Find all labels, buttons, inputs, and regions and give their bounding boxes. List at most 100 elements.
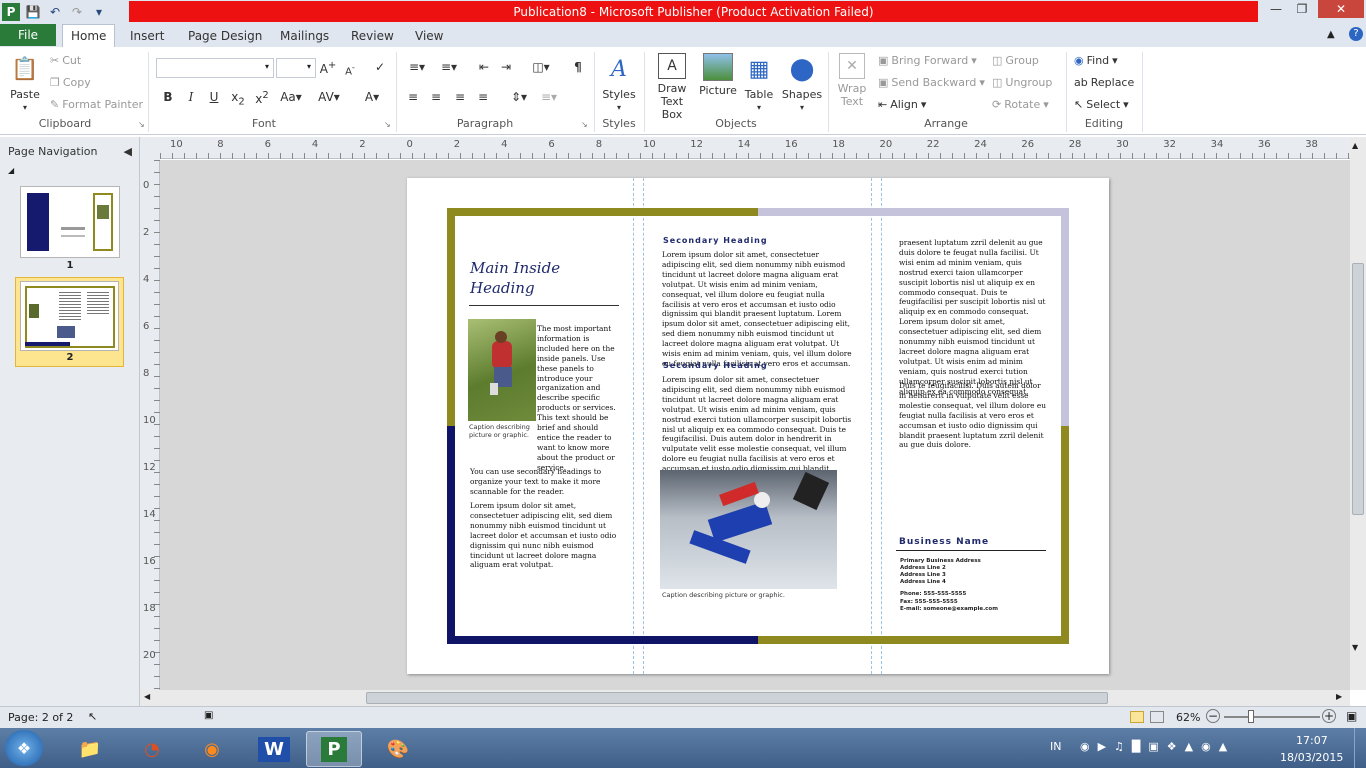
draw-text-box-button[interactable]: A Draw Text Box [648, 53, 696, 121]
skaters-photo[interactable] [660, 470, 837, 589]
subscript-icon[interactable]: x2 [228, 90, 248, 107]
mid-text-1[interactable]: Lorem ipsum dolor sit amet, consectetuer… [662, 250, 854, 369]
minimize-button[interactable]: — [1263, 0, 1289, 18]
zoom-out-icon[interactable]: − [1206, 709, 1220, 723]
shapes-button[interactable]: ⬤ Shapes ▾ [782, 53, 822, 114]
wrap-text-button[interactable]: ✕ Wrap Text [834, 53, 870, 108]
horizontal-ruler[interactable]: 10 8 6 4 2 0 2 4 6 8 10 12 14 16 18 20 22 24 26 28 30 32 34 36 3… [160, 137, 1350, 159]
tab-view[interactable]: View [407, 24, 451, 47]
zoom-level[interactable]: 62% [1176, 711, 1200, 724]
select-button[interactable]: ↖ Select ▾ [1074, 98, 1129, 111]
table-button[interactable]: ▦ Table ▾ [742, 53, 776, 114]
paste-button[interactable]: 📋 Paste ▾ [6, 53, 44, 114]
clock-date[interactable]: 18/03/2015 [1280, 751, 1343, 764]
para-secondary[interactable]: You can use secondary headings to organi… [470, 467, 618, 497]
font-name-combo[interactable]: ▾ [156, 58, 274, 78]
line-spacing-icon[interactable]: ⇕▾ [506, 90, 532, 104]
secondary-heading-1[interactable]: Secondary Heading [663, 236, 768, 245]
bring-forward-button[interactable]: ▣ Bring Forward ▾ [878, 54, 977, 67]
collapse-pane-icon[interactable]: ◀ [124, 145, 132, 158]
justify-icon[interactable]: ≡ [473, 90, 493, 104]
redo-icon[interactable]: ↷ [68, 3, 86, 21]
mid-text-2[interactable]: Lorem ipsum dolor sit amet, consectetuer… [662, 375, 854, 474]
picture-button[interactable]: Picture [698, 53, 738, 97]
ungroup-button[interactable]: ◫ Ungroup [992, 76, 1052, 89]
close-button[interactable]: ✕ [1318, 0, 1364, 18]
firefox-taskbar-icon[interactable]: ◉ [184, 731, 240, 767]
boy-running-photo[interactable] [468, 319, 536, 421]
help-icon[interactable]: ? [1349, 27, 1363, 41]
start-button[interactable]: ❖ [5, 730, 43, 766]
restore-button[interactable]: ❐ [1289, 0, 1315, 18]
explorer-taskbar-icon[interactable]: 📁 [62, 731, 118, 767]
zoom-slider[interactable] [1224, 710, 1320, 723]
vertical-scroll-thumb[interactable] [1352, 263, 1364, 515]
paint-taskbar-icon[interactable]: 🎨 [370, 731, 426, 767]
shrink-font-icon[interactable]: A- [340, 62, 360, 77]
zoom-slider-thumb[interactable] [1248, 710, 1254, 723]
page-thumbnail-2[interactable]: 2 [15, 277, 124, 367]
scroll-down-icon[interactable]: ▼ [1352, 643, 1358, 652]
format-painter-button[interactable]: ✎ Format Painter [50, 98, 143, 111]
rotate-button[interactable]: ⟳ Rotate ▾ [992, 98, 1049, 111]
send-backward-button[interactable]: ▣ Send Backward ▾ [878, 76, 985, 89]
styles-button[interactable]: A Styles ▾ [600, 53, 638, 114]
scroll-left-icon[interactable]: ◀ [144, 692, 150, 701]
columns-icon[interactable]: ◫▾ [528, 60, 554, 74]
ribbon-collapse-icon[interactable]: ▲ [1327, 29, 1335, 40]
caption-middle[interactable]: Caption describing picture or graphic. [662, 591, 842, 599]
app-taskbar-icon[interactable]: ◔ [124, 731, 180, 767]
superscript-icon[interactable]: x2 [252, 90, 272, 106]
vertical-ruler[interactable]: 0 2 4 6 8 10 12 14 16 18 20 [140, 160, 160, 690]
horizontal-scrollbar[interactable]: ◀ ▶ [140, 690, 1350, 706]
publication-page[interactable]: Main Inside Heading Caption describing p… [407, 178, 1109, 674]
word-taskbar-icon[interactable]: W [246, 731, 302, 767]
right-text-1[interactable]: praesent luptatum zzril delenit au gue d… [899, 238, 1047, 397]
page-thumbnail-1[interactable]: 1 [16, 184, 124, 274]
pilcrow-icon[interactable]: ¶ [568, 60, 588, 74]
numbering-icon[interactable]: ≡▾ [436, 60, 462, 74]
save-icon[interactable]: 💾 [24, 3, 42, 21]
customize-qat-icon[interactable]: ▾ [90, 3, 108, 21]
tab-insert[interactable]: Insert [122, 24, 172, 47]
show-desktop-button[interactable] [1354, 728, 1366, 768]
scroll-right-icon[interactable]: ▶ [1336, 692, 1342, 701]
horizontal-scroll-thumb[interactable] [366, 692, 1108, 704]
language-indicator[interactable]: IN [1050, 740, 1061, 753]
align-right-icon[interactable]: ≡ [450, 90, 470, 104]
bold-icon[interactable]: B [158, 90, 178, 104]
undo-icon[interactable]: ↶ [46, 3, 64, 21]
paragraph-launcher-icon[interactable]: ↘ [581, 120, 588, 129]
clear-format-icon[interactable]: ✓ [370, 60, 390, 74]
secondary-heading-2[interactable]: Secondary Heading [663, 361, 768, 370]
main-heading[interactable]: Main Inside Heading [470, 258, 620, 298]
font-size-combo[interactable]: ▾ [276, 58, 316, 78]
publisher-app-icon[interactable]: P [2, 2, 20, 21]
tab-page-design[interactable]: Page Design [180, 24, 270, 47]
font-color-icon[interactable]: A▾ [360, 90, 384, 104]
intro-text[interactable]: The most important information is includ… [537, 324, 617, 473]
find-button[interactable]: ◉ Find ▾ [1074, 54, 1118, 67]
increase-indent-icon[interactable]: ⇥ [496, 60, 516, 74]
underline-icon[interactable]: U [204, 90, 224, 104]
align-button[interactable]: ⇤ Align ▾ [878, 98, 926, 111]
paragraph-spacing-icon[interactable]: ≡▾ [536, 90, 562, 104]
group-button[interactable]: ◫ Group [992, 54, 1039, 67]
caption-left[interactable]: Caption describing picture or graphic. [469, 423, 539, 439]
grow-font-icon[interactable]: A+ [318, 60, 338, 76]
change-case-icon[interactable]: Aa▾ [278, 90, 304, 104]
publisher-taskbar-icon[interactable]: P [306, 731, 362, 767]
page-indicator[interactable]: Page: 2 of 2 [8, 711, 73, 724]
decrease-indent-icon[interactable]: ⇤ [474, 60, 494, 74]
single-page-view-icon[interactable] [1130, 711, 1144, 723]
business-name[interactable]: Business Name [899, 537, 989, 547]
italic-icon[interactable]: I [181, 90, 201, 104]
tab-file[interactable]: File [0, 24, 56, 46]
zoom-in-icon[interactable]: + [1322, 709, 1336, 723]
address-block[interactable]: Primary Business Address Address Line 2 … [900, 558, 981, 586]
tab-mailings[interactable]: Mailings [272, 24, 337, 47]
clipboard-launcher-icon[interactable]: ↘ [138, 120, 145, 129]
two-page-view-icon[interactable] [1150, 711, 1164, 723]
align-center-icon[interactable]: ≡ [426, 90, 446, 104]
para-lorem-left[interactable]: Lorem ipsum dolor sit amet, consectetuer… [470, 501, 618, 570]
